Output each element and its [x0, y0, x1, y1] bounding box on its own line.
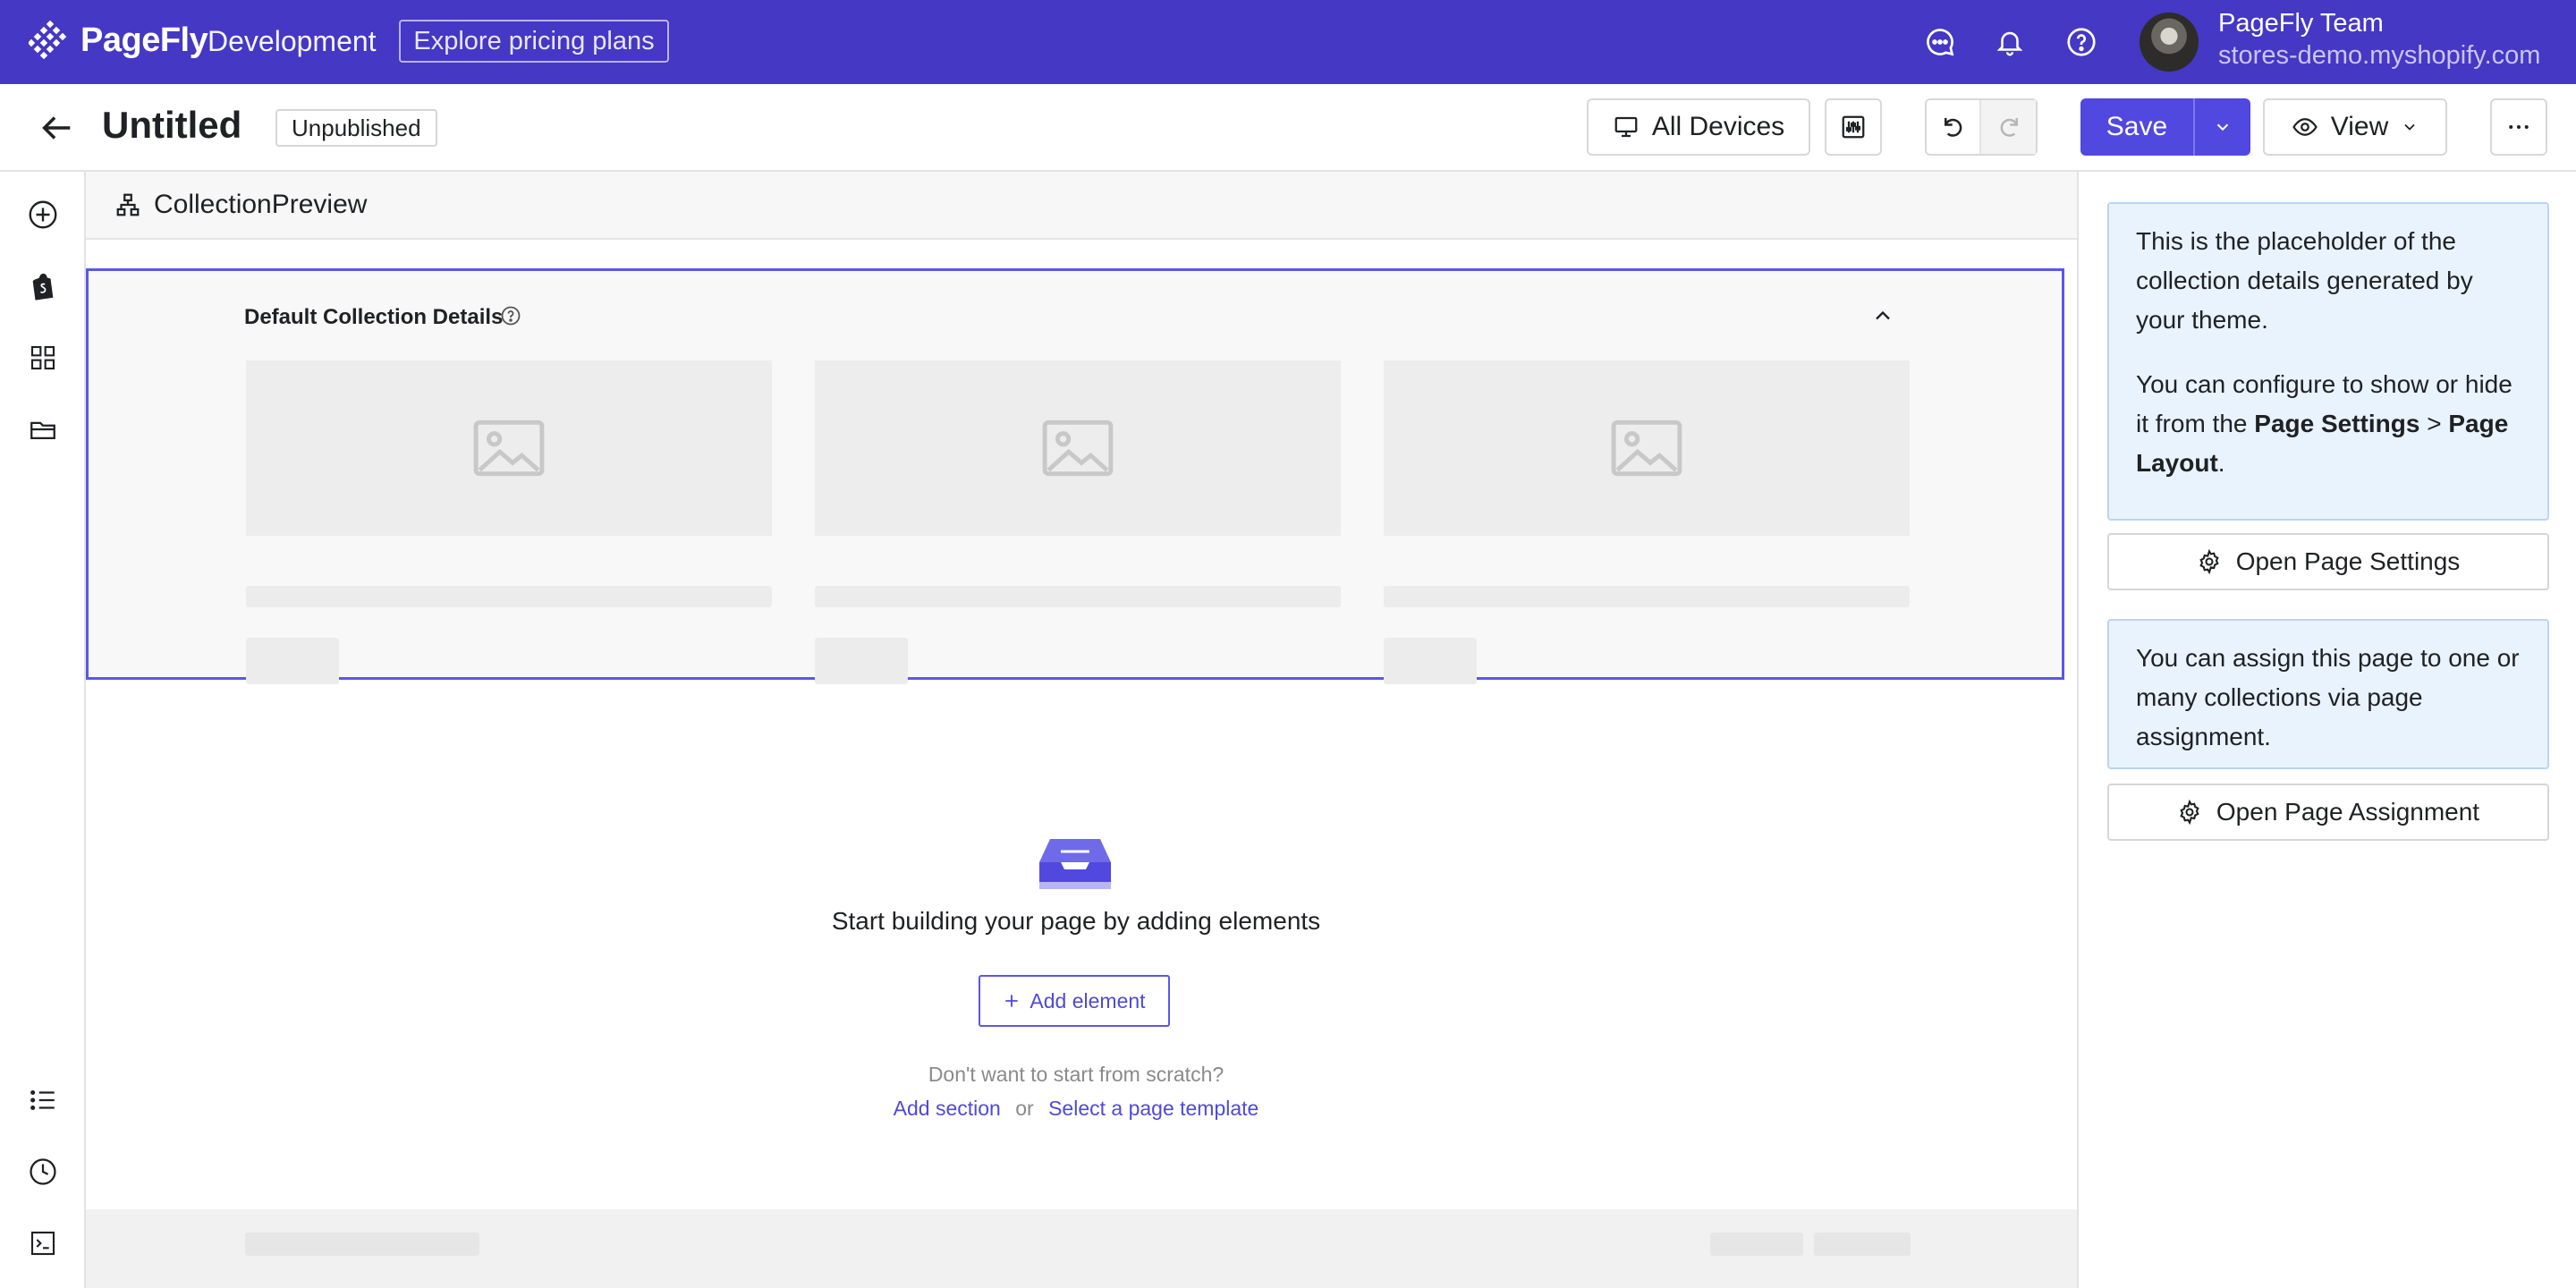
terminal-icon[interactable]	[25, 1225, 61, 1261]
empty-state-hint: Don't want to start from scratch?	[928, 1063, 1224, 1086]
pagefly-logo-icon	[29, 20, 67, 60]
list-icon[interactable]	[25, 1082, 61, 1118]
footer-ghost-bar	[1710, 1233, 1803, 1256]
avatar[interactable]	[2140, 13, 2199, 72]
ellipsis-icon	[2509, 125, 2529, 129]
canvas-breadcrumb[interactable]: CollectionPreview	[154, 190, 367, 220]
brand-name: PageFly	[80, 21, 208, 59]
desktop-icon	[1614, 116, 1638, 138]
undo-redo-group	[1925, 98, 2038, 156]
environment-label: Development	[208, 25, 377, 57]
undo-button[interactable]	[1927, 100, 1982, 154]
left-sidebar	[0, 172, 86, 1288]
product-image-placeholder	[815, 360, 1341, 536]
plus-icon	[1005, 995, 1019, 1007]
add-element-button[interactable]: Add element	[979, 975, 1170, 1027]
account-name: PageFly Team	[2218, 9, 2384, 38]
status-badge: Unpublished	[275, 109, 437, 147]
product-image-placeholder	[246, 360, 772, 536]
page-title[interactable]: Untitled	[102, 104, 242, 147]
info-text: You can configure to show or hide it fro…	[2136, 370, 2512, 477]
eye-icon	[2292, 118, 2318, 136]
gear-icon	[2180, 800, 2199, 825]
add-element-label: Add element	[1030, 988, 1146, 1013]
open-page-assignment-label: Open Page Assignment	[2216, 798, 2480, 826]
redo-button[interactable]	[1981, 100, 2036, 154]
chevron-down-icon	[2216, 123, 2229, 131]
view-button[interactable]: View	[2263, 98, 2447, 156]
grid-icon[interactable]	[25, 340, 61, 376]
all-devices-button[interactable]: All Devices	[1587, 98, 1810, 156]
sitemap-icon[interactable]	[114, 191, 141, 218]
title-placeholder	[246, 586, 772, 607]
info-text: This is the placeholder of the collectio…	[2136, 227, 2473, 334]
save-label: Save	[2106, 112, 2168, 141]
undo-icon	[1944, 118, 1962, 137]
shopify-icon[interactable]	[25, 268, 61, 304]
block-title: Default Collection Details	[244, 305, 504, 329]
collection-info-box: This is the placeholder of the collectio…	[2107, 202, 2549, 521]
top-bar: PageFly Development Explore pricing plan…	[0, 0, 2576, 84]
default-collection-details-block[interactable]: Default Collection Details	[86, 268, 2064, 684]
settings-sliders-button[interactable]	[1825, 98, 1882, 156]
account-store: stores-demo.myshopify.com	[2218, 41, 2541, 70]
chevron-up-icon[interactable]	[1870, 303, 1895, 328]
footer-ghost-bar	[245, 1233, 479, 1256]
assignment-info-box: You can assign this page to one or many …	[2107, 619, 2549, 769]
bell-icon[interactable]	[1991, 23, 2029, 61]
footer-placeholder	[86, 1209, 2077, 1288]
save-options-button[interactable]	[2193, 98, 2250, 156]
image-icon	[473, 419, 545, 477]
editor-header: Untitled Unpublished All Devices Save Vi…	[0, 84, 2576, 172]
product-image-placeholder	[1384, 360, 1910, 536]
price-placeholder	[815, 638, 908, 684]
redo-icon	[2000, 118, 2018, 137]
open-page-settings-button[interactable]: Open Page Settings	[2107, 533, 2549, 590]
folder-icon[interactable]	[25, 411, 61, 447]
image-icon	[1042, 419, 1114, 477]
question-circle-icon[interactable]	[500, 305, 521, 326]
empty-state-title: Start building your page by adding eleme…	[831, 907, 1321, 935]
price-placeholder	[246, 638, 339, 684]
chat-icon[interactable]	[1921, 23, 1959, 61]
right-panel: This is the placeholder of the collectio…	[2077, 172, 2576, 1288]
help-icon[interactable]	[2063, 23, 2100, 61]
chevron-down-icon	[2404, 123, 2415, 131]
title-placeholder	[815, 586, 1341, 607]
save-button[interactable]: Save	[2080, 98, 2193, 156]
add-element-icon[interactable]	[25, 197, 61, 233]
footer-ghost-bar	[1814, 1233, 1911, 1256]
view-label: View	[2330, 112, 2389, 141]
title-placeholder	[1384, 586, 1910, 607]
price-placeholder	[1384, 638, 1477, 684]
add-section-link[interactable]: Add section	[894, 1097, 1001, 1120]
gear-icon	[2199, 549, 2219, 574]
open-page-assignment-button[interactable]: Open Page Assignment	[2107, 784, 2549, 841]
info-text: You can assign this page to one or many …	[2136, 644, 2520, 750]
sliders-icon	[1842, 115, 1865, 139]
or-text: or	[1015, 1097, 1034, 1120]
inbox-tray-icon	[1039, 839, 1111, 889]
back-arrow-icon[interactable]	[36, 107, 77, 148]
editor-canvas: CollectionPreview Default Collection Det…	[86, 172, 2077, 1288]
explore-pricing-button[interactable]: Explore pricing plans	[399, 20, 669, 63]
select-template-link[interactable]: Select a page template	[1048, 1097, 1258, 1120]
history-icon[interactable]	[25, 1154, 61, 1190]
empty-state-links: Add section or Select a page template	[86, 1097, 2066, 1121]
canvas-toolbar: CollectionPreview	[86, 172, 2077, 240]
more-options-button[interactable]	[2490, 98, 2547, 156]
open-page-settings-label: Open Page Settings	[2235, 547, 2461, 575]
all-devices-label: All Devices	[1651, 112, 1785, 141]
image-icon	[1611, 419, 1682, 477]
